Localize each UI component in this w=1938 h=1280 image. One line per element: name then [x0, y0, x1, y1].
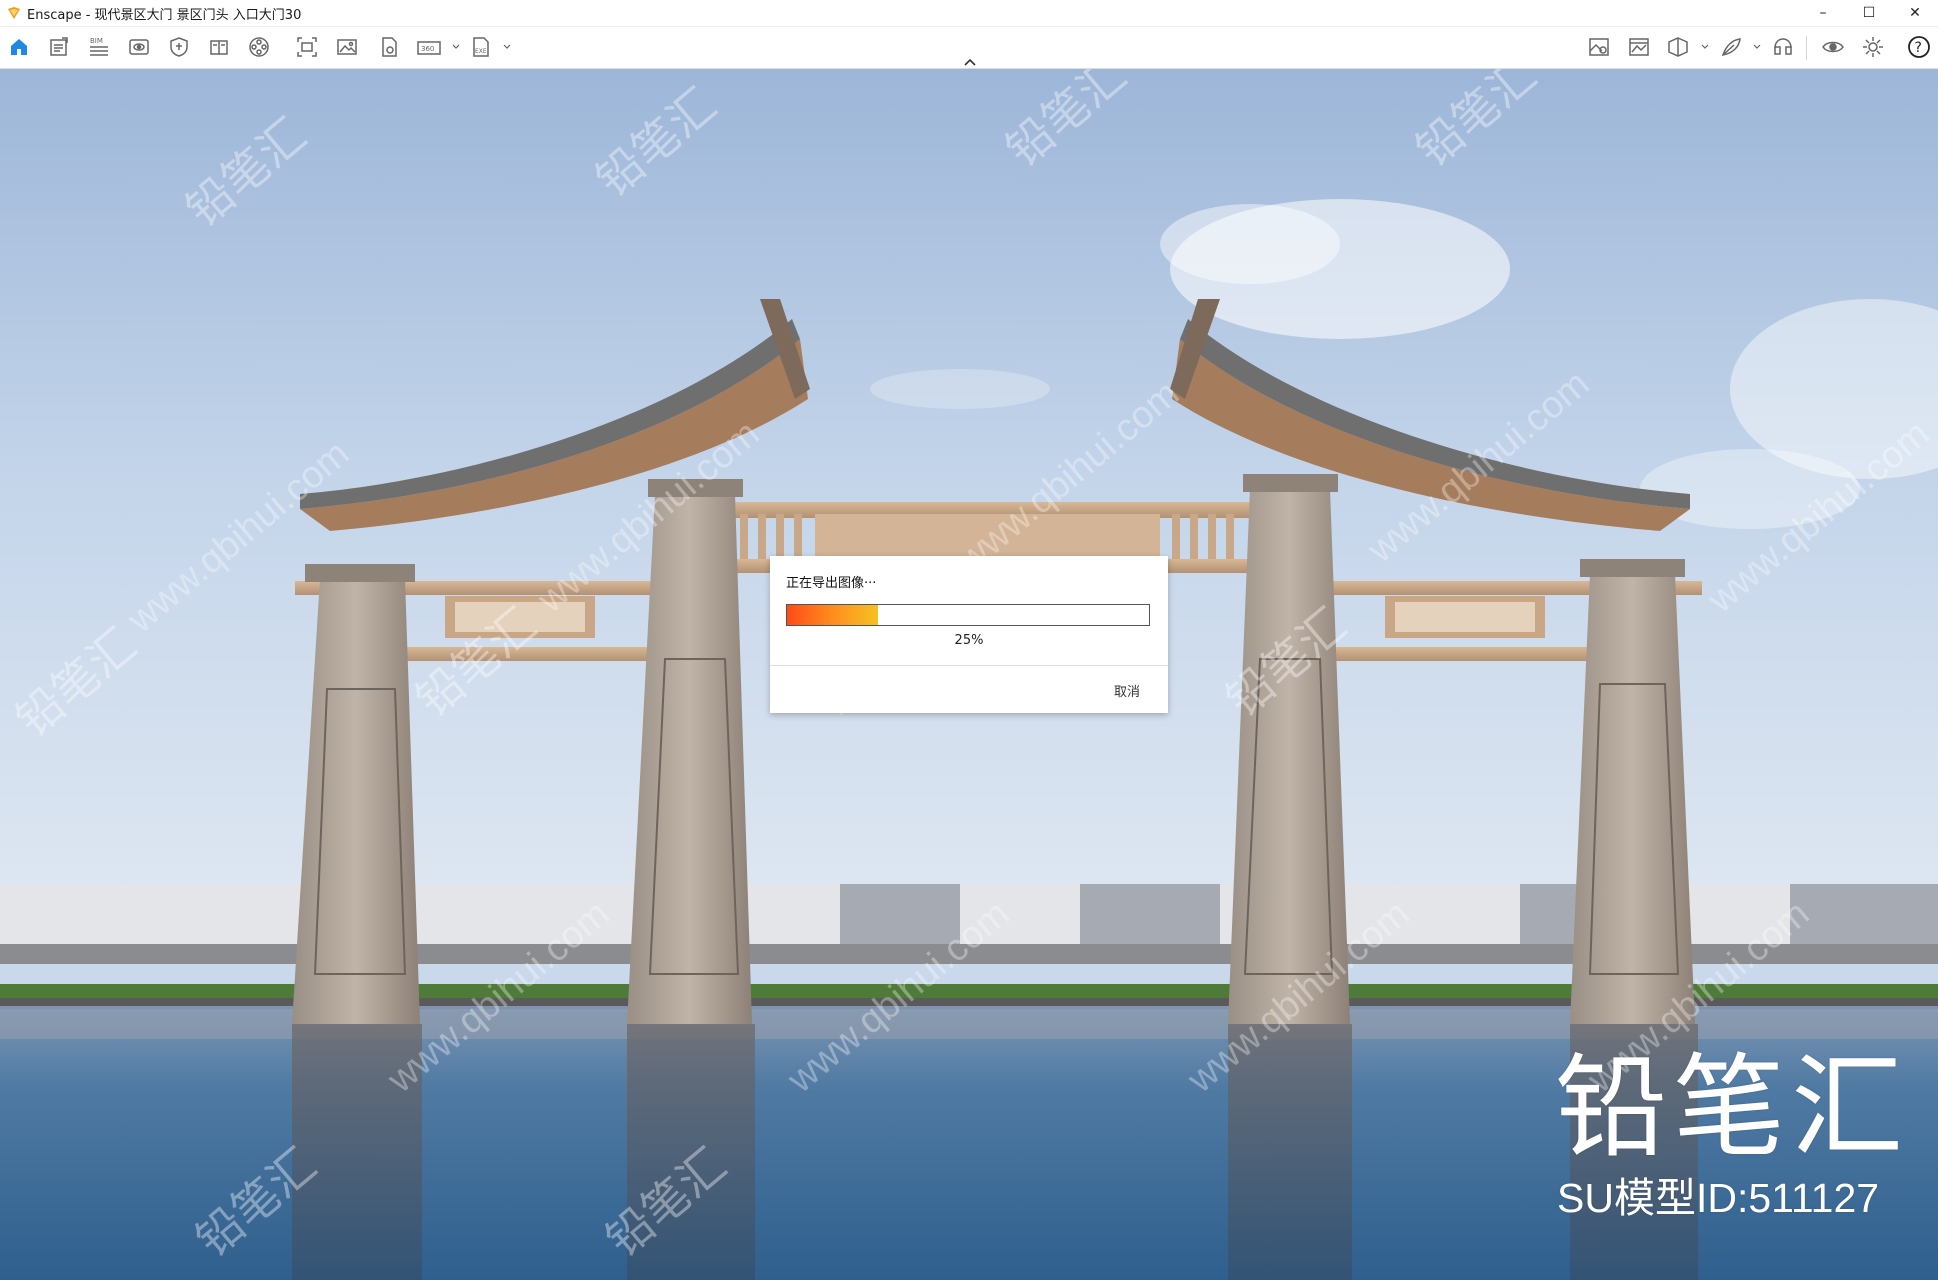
- headset-icon[interactable]: [1770, 34, 1796, 60]
- document-icon[interactable]: [46, 34, 72, 60]
- cancel-button[interactable]: 取消: [1114, 681, 1140, 700]
- progress-bar: [786, 604, 1150, 626]
- window-title: Enscape - 现代景区大门 景区门头 入口大门30: [27, 7, 302, 23]
- enscape-logo-icon: [7, 6, 21, 20]
- video-icon[interactable]: [246, 34, 272, 60]
- progress-percent: 25%: [954, 633, 984, 648]
- chevron-down-icon[interactable]: [451, 41, 461, 53]
- settings-icon[interactable]: [1860, 34, 1886, 60]
- dialog-title: 正在导出图像···: [786, 576, 877, 591]
- progress-bar-fill: [787, 605, 878, 625]
- toolbar-divider: [1806, 36, 1807, 60]
- book-icon[interactable]: [206, 34, 232, 60]
- collapse-toolbar-chevron-icon[interactable]: [963, 52, 977, 66]
- maximize-button[interactable]: ☐: [1846, 0, 1892, 26]
- model-id-label: SU模型ID:511127: [1557, 1175, 1880, 1221]
- eye-icon[interactable]: [1820, 34, 1846, 60]
- bim-icon[interactable]: BIM: [86, 34, 112, 60]
- minimize-button[interactable]: –: [1800, 0, 1846, 26]
- asset-icon[interactable]: [376, 34, 402, 60]
- chevron-down-icon[interactable]: [1752, 41, 1762, 53]
- shield-icon[interactable]: [166, 34, 192, 60]
- pano-label: 360: [421, 45, 434, 53]
- capture-icon[interactable]: [294, 34, 320, 60]
- chevron-down-icon[interactable]: [1700, 41, 1710, 53]
- map-icon[interactable]: [1586, 34, 1612, 60]
- dialog-divider: [770, 665, 1168, 666]
- close-button[interactable]: ✕: [1892, 0, 1938, 26]
- title-bar: Enscape - 现代景区大门 景区门头 入口大门30 – ☐ ✕: [0, 0, 1938, 27]
- export-exe-icon[interactable]: EXE: [468, 34, 494, 60]
- help-label: ?: [1915, 40, 1922, 56]
- brand-watermark: 铅笔汇: [1555, 1043, 1909, 1173]
- home-icon[interactable]: [6, 34, 32, 60]
- chevron-down-icon[interactable]: [502, 41, 512, 53]
- cube-icon[interactable]: [1665, 34, 1691, 60]
- bim-label: BIM: [90, 37, 103, 45]
- view-icon[interactable]: [126, 34, 152, 60]
- image-icon[interactable]: [334, 34, 360, 60]
- image-panel-icon[interactable]: [1626, 34, 1652, 60]
- exe-label: EXE: [475, 48, 487, 55]
- help-icon[interactable]: ?: [1906, 34, 1932, 60]
- export-progress-dialog: 正在导出图像··· 25% 取消: [770, 556, 1168, 713]
- panorama-360-icon[interactable]: 360: [416, 34, 442, 60]
- feather-icon[interactable]: [1718, 34, 1744, 60]
